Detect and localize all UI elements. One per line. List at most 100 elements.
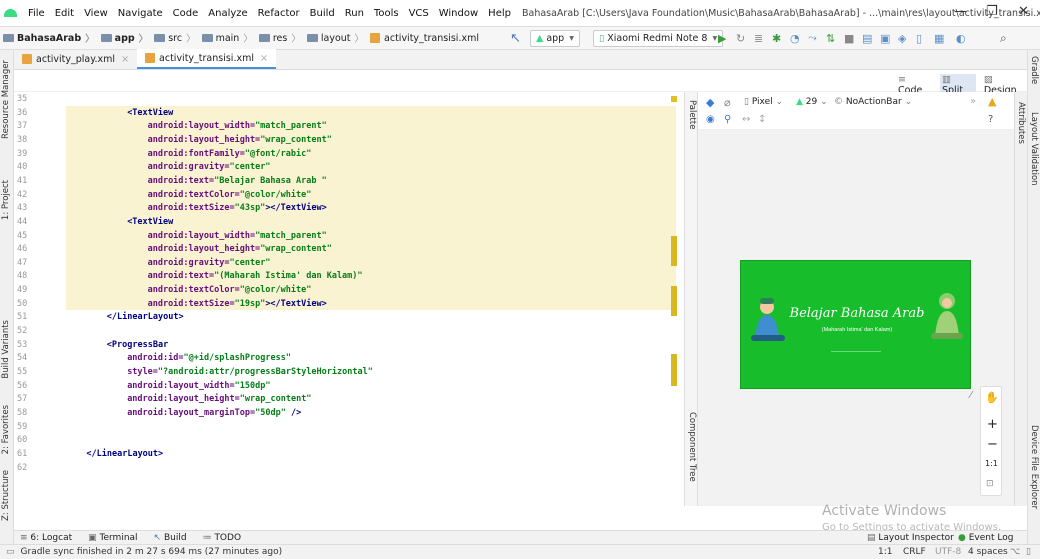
menu-navigate[interactable]: Navigate xyxy=(113,8,168,19)
project-structure-icon[interactable]: ▦ xyxy=(934,29,944,47)
menu-build[interactable]: Build xyxy=(305,8,340,19)
hammer-back-icon[interactable]: ↖ xyxy=(510,29,521,47)
vcs-icon[interactable]: ⌥ xyxy=(1010,547,1020,557)
code-icon: ≡ xyxy=(898,74,906,85)
palette-strip: Palette Component Tree xyxy=(684,92,698,506)
inspector-icon: ▤ xyxy=(867,533,876,543)
breadcrumb-layout[interactable]: layout 〉 xyxy=(304,31,367,45)
event-log-button[interactable]: ● Event Log xyxy=(958,533,1013,543)
tool-resource-manager[interactable]: Resource Manager xyxy=(1,60,11,139)
close-icon[interactable]: ✕ xyxy=(1018,4,1029,19)
close-tab-icon[interactable]: × xyxy=(260,53,268,64)
breadcrumb-main[interactable]: main 〉 xyxy=(199,31,256,45)
breadcrumb-src[interactable]: src 〉 xyxy=(151,31,198,45)
avd-manager-icon[interactable]: ▤ xyxy=(862,29,872,47)
tool-component-tree[interactable]: Component Tree xyxy=(687,412,697,482)
baseline-icon[interactable]: ↕ xyxy=(758,114,766,125)
logcat-button[interactable]: ≡ 6: Logcat xyxy=(20,533,72,543)
tool-attributes[interactable]: Attributes xyxy=(1016,102,1026,144)
stop-icon[interactable]: ■ xyxy=(844,29,854,47)
todo-button[interactable]: ≔ TODO xyxy=(203,533,241,543)
breadcrumb-res[interactable]: res 〉 xyxy=(256,31,304,45)
zoom-out-button[interactable]: − xyxy=(987,437,998,452)
resize-handle-icon[interactable]: ⁄ xyxy=(970,390,972,401)
menu-view[interactable]: View xyxy=(79,8,113,19)
run-icon[interactable]: ▶ xyxy=(718,29,726,47)
tool-favorites[interactable]: 2: Favorites xyxy=(1,405,11,454)
device-manager-icon[interactable]: ▯ xyxy=(916,29,922,47)
overflow-icon[interactable]: » xyxy=(970,96,976,107)
zoom-in-button[interactable]: + xyxy=(987,417,998,432)
menu-vcs[interactable]: VCS xyxy=(404,8,434,19)
margin-icon[interactable]: ↔ xyxy=(742,114,750,125)
breadcrumb-project[interactable]: BahasaArab 〉 xyxy=(0,31,98,45)
minimize-icon[interactable]: — xyxy=(954,4,967,19)
lock-icon[interactable]: ▯ xyxy=(1026,547,1031,557)
status-toggle-icon[interactable]: ▭ xyxy=(6,547,15,557)
account-icon[interactable]: ◐ xyxy=(956,29,966,47)
build-button[interactable]: ↖ Build xyxy=(154,533,187,543)
tool-build-variants[interactable]: Build Variants xyxy=(1,320,11,379)
layout-inspector-button[interactable]: ▤ Layout Inspector xyxy=(867,533,954,543)
tool-device-file-explorer[interactable]: Device File Explorer xyxy=(1029,425,1039,509)
sdk-manager-icon[interactable]: ▣ xyxy=(880,29,890,47)
device-selector[interactable]: ▯ Xiaomi Redmi Note 8 ▾ xyxy=(593,29,724,47)
code-editor[interactable]: 35 36 37 38 39 40 41 42 43 44 45 46 47 48 49 50 51 52 53 54… xyxy=(14,92,684,506)
line-separator[interactable]: CRLF xyxy=(903,547,926,557)
tool-layout-validation[interactable]: Layout Validation xyxy=(1029,112,1039,186)
layers-icon[interactable]: ◆ xyxy=(706,96,714,109)
orientation-icon[interactable]: ⌀ xyxy=(724,96,731,109)
caret-position[interactable]: 1:1 xyxy=(878,547,892,557)
autoconnect-icon[interactable]: ⚲ xyxy=(724,114,731,125)
menu-code[interactable]: Code xyxy=(168,8,204,19)
pan-icon[interactable]: ✋ xyxy=(985,391,999,404)
view-options-icon[interactable]: ◉ xyxy=(706,114,715,125)
menu-run[interactable]: Run xyxy=(340,8,369,19)
tool-palette[interactable]: Palette xyxy=(687,100,697,129)
breadcrumb-file[interactable]: activity_transisi.xml xyxy=(367,33,482,44)
folder-icon xyxy=(3,34,14,42)
warning-icon[interactable]: ▲ xyxy=(988,95,996,108)
tab-activity-transisi[interactable]: activity_transisi.xml × xyxy=(137,49,276,69)
breadcrumb-app[interactable]: app 〉 xyxy=(98,31,152,45)
editor-scroll-markers[interactable] xyxy=(669,96,679,504)
tool-project[interactable]: 1: Project xyxy=(1,180,11,220)
attach-debugger-icon[interactable]: ⤳ xyxy=(808,29,817,47)
code-token: android:gravity= xyxy=(147,257,230,268)
menu-help[interactable]: Help xyxy=(483,8,516,19)
help-icon[interactable]: ? xyxy=(988,114,993,125)
debug-icon[interactable]: ✱ xyxy=(772,29,781,47)
maximize-icon[interactable]: ❐ xyxy=(986,4,998,19)
layout-inspector-icon[interactable]: ◈ xyxy=(898,29,906,47)
menu-refactor[interactable]: Refactor xyxy=(253,8,305,19)
indent-setting[interactable]: 4 spaces xyxy=(968,547,1008,557)
terminal-button[interactable]: ▣ Terminal xyxy=(88,533,137,543)
search-icon[interactable]: ⌕ xyxy=(1000,29,1007,47)
zoom-actual-button[interactable]: 1:1 xyxy=(985,459,998,468)
chevron-down-icon: ⌄ xyxy=(820,97,828,107)
tool-structure[interactable]: Z: Structure xyxy=(1,470,11,521)
event-log-label: Event Log xyxy=(968,533,1014,543)
theme-selector[interactable]: © NoActionBar ⌄ xyxy=(834,97,912,107)
menu-edit[interactable]: Edit xyxy=(50,8,79,19)
menu-analyze[interactable]: Analyze xyxy=(203,8,252,19)
menu-file[interactable]: File xyxy=(23,8,50,19)
tool-gradle[interactable]: Gradle xyxy=(1029,56,1039,84)
profile-icon[interactable]: ◔ xyxy=(790,29,800,47)
sync-gradle-icon[interactable]: ⇅ xyxy=(826,29,835,47)
module-selector[interactable]: ▲ app ▾ xyxy=(530,29,580,47)
close-tab-icon[interactable]: × xyxy=(121,54,129,65)
folder-icon xyxy=(306,34,318,42)
layout-preview[interactable]: Belajar Bahasa Arab (Maharah Istima' dan… xyxy=(740,260,971,389)
tab-activity-play[interactable]: activity_play.xml × xyxy=(14,49,137,69)
code-token: android:textColor= xyxy=(147,285,240,296)
zoom-fit-icon[interactable]: ⊡ xyxy=(986,479,994,489)
apply-code-icon[interactable]: ≣ xyxy=(754,29,763,47)
device-pixel-selector[interactable]: ▯ Pixel ⌄ xyxy=(744,97,783,107)
line-number: 52 xyxy=(17,326,28,337)
file-encoding[interactable]: UTF-8 xyxy=(935,547,961,557)
apply-changes-icon[interactable]: ↻ xyxy=(736,29,745,47)
menu-tools[interactable]: Tools xyxy=(369,8,404,19)
menu-window[interactable]: Window xyxy=(434,8,483,19)
api-selector[interactable]: ▲ 29 ⌄ xyxy=(796,97,828,107)
